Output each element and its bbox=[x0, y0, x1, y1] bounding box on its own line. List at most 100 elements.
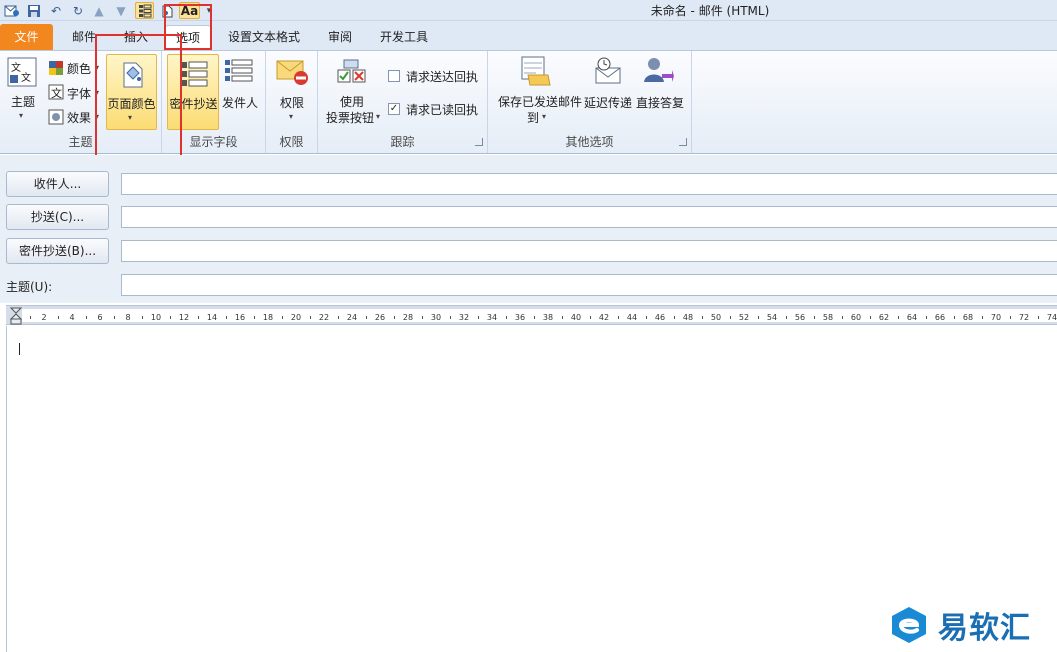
ruler-tick-label: 32 bbox=[458, 313, 470, 322]
brand-logo-icon bbox=[892, 607, 926, 643]
ruler-tick-label: 66 bbox=[934, 313, 946, 322]
subject-field[interactable] bbox=[121, 274, 1057, 296]
redo-icon[interactable]: ↻ bbox=[70, 2, 86, 19]
tab-file[interactable]: 文件 bbox=[0, 24, 53, 50]
annotation-highlight-page-color bbox=[95, 34, 182, 158]
tab-format-text[interactable]: 设置文本格式 bbox=[220, 25, 308, 50]
ruler-tick-label: 2 bbox=[41, 313, 47, 322]
ruler-minor-tick bbox=[198, 316, 199, 319]
ruler-minor-tick bbox=[114, 316, 115, 319]
dialog-launcher-icon[interactable] bbox=[475, 138, 483, 146]
up-arrow-icon[interactable]: ▲ bbox=[92, 2, 106, 19]
chevron-down-icon: ▾ bbox=[542, 112, 547, 121]
envelope-restricted-icon bbox=[275, 57, 309, 90]
effects-label: 效果 bbox=[67, 111, 92, 125]
ruler-tick-label: 42 bbox=[598, 313, 610, 322]
ruler-tick-label: 38 bbox=[542, 313, 554, 322]
ruler-minor-tick bbox=[450, 316, 451, 319]
group-more-options: 保存已发送邮件 到 ▾ 延迟传递 直接答复 其他选项 bbox=[488, 51, 692, 153]
group-tracking: 使用 投票按钮 ▾ 请求送达回执 ✓ 请求已读回执 跟踪 bbox=[318, 51, 488, 153]
ruler-tick-label: 26 bbox=[374, 313, 386, 322]
group-label-tracking: 跟踪 bbox=[390, 135, 415, 149]
dialog-launcher-icon[interactable] bbox=[679, 138, 687, 146]
ruler-minor-tick bbox=[142, 316, 143, 319]
theme-icon: 文文 bbox=[7, 57, 37, 90]
ruler-minor-tick bbox=[282, 316, 283, 319]
indent-marker-icon[interactable] bbox=[9, 307, 23, 328]
ruler-tick-label: 52 bbox=[738, 313, 750, 322]
tab-review[interactable]: 审阅 bbox=[318, 25, 362, 50]
ruler-minor-tick bbox=[562, 316, 563, 319]
ruler-tick-label: 46 bbox=[654, 313, 666, 322]
ruler-minor-tick bbox=[786, 316, 787, 319]
ruler-minor-tick bbox=[674, 316, 675, 319]
to-button[interactable]: 收件人... bbox=[6, 171, 109, 197]
ruler-minor-tick bbox=[702, 316, 703, 319]
ruler-minor-tick bbox=[618, 316, 619, 319]
bcc-fields-icon bbox=[180, 60, 208, 91]
voting-label-line2: 投票按钮 bbox=[325, 111, 374, 125]
save-sent-label-line1: 保存已发送邮件 bbox=[497, 95, 582, 109]
ruler-minor-tick bbox=[30, 316, 31, 319]
ruler-minor-tick bbox=[842, 316, 843, 319]
ruler-tick-label: 4 bbox=[69, 313, 75, 322]
watermark-text: 易软汇 bbox=[938, 611, 1031, 646]
group-permission: 权限 ▾ 权限 bbox=[266, 51, 318, 153]
delay-delivery-icon bbox=[592, 56, 624, 89]
svg-text:文: 文 bbox=[11, 61, 21, 74]
ruler-tick-label: 54 bbox=[766, 313, 778, 322]
tab-developer[interactable]: 开发工具 bbox=[370, 25, 438, 50]
chevron-down-icon: ▾ bbox=[376, 112, 381, 121]
checkbox-checked-icon: ✓ bbox=[388, 103, 400, 115]
ruler-tick-label: 18 bbox=[262, 313, 274, 322]
ruler-tick-label: 36 bbox=[514, 313, 526, 322]
request-delivery-label: 请求送达回执 bbox=[406, 70, 479, 84]
ruler-tick-label: 74 bbox=[1046, 313, 1057, 322]
ruler-minor-tick bbox=[1038, 316, 1039, 319]
to-field[interactable] bbox=[121, 173, 1057, 195]
from-fields-icon bbox=[224, 58, 254, 87]
down-arrow-icon[interactable]: ▼ bbox=[114, 2, 128, 19]
ruler-minor-tick bbox=[254, 316, 255, 319]
ruler-tick-label: 34 bbox=[486, 313, 498, 322]
bcc-field[interactable] bbox=[121, 240, 1057, 262]
ruler-tick-label: 48 bbox=[682, 313, 694, 322]
address-area: 收件人... 抄送(C)... 密件抄送(B)... 主题(U): bbox=[0, 155, 1057, 303]
cc-field[interactable] bbox=[121, 206, 1057, 228]
ruler-minor-tick bbox=[58, 316, 59, 319]
ruler-tick-label: 68 bbox=[962, 313, 974, 322]
colors-label: 颜色 bbox=[67, 62, 92, 76]
ruler-tick-label: 56 bbox=[794, 313, 806, 322]
subject-label: 主题(U): bbox=[6, 280, 53, 294]
watermark: 易软汇 bbox=[888, 603, 1031, 647]
permission-label: 权限 bbox=[279, 96, 304, 110]
ruler-minor-tick bbox=[898, 316, 899, 319]
ruler-tick-label: 50 bbox=[710, 313, 722, 322]
ruler-tick-label: 72 bbox=[1018, 313, 1030, 322]
from-field-label: 发件人 bbox=[221, 96, 258, 110]
ruler-minor-tick bbox=[758, 316, 759, 319]
bcc-button[interactable]: 密件抄送(B)... bbox=[6, 238, 109, 264]
outlook-icon[interactable] bbox=[3, 2, 21, 19]
undo-icon[interactable]: ↶ bbox=[48, 2, 64, 19]
ruler-minor-tick bbox=[982, 316, 983, 319]
ruler-minor-tick bbox=[478, 316, 479, 319]
display-fields-icon[interactable] bbox=[135, 2, 154, 19]
ruler-minor-tick bbox=[394, 316, 395, 319]
ruler-scale: 2 4 6 8 10 12 14 16 18 20 22 24 26 28 30 32 34 36 38 40 42 44… bbox=[22, 309, 1057, 322]
voting-label-line1: 使用 bbox=[339, 95, 364, 109]
ruler-tick-label: 14 bbox=[206, 313, 218, 322]
request-read-label: 请求已读回执 bbox=[406, 103, 479, 117]
save-icon[interactable] bbox=[26, 2, 42, 19]
ruler-minor-tick bbox=[814, 316, 815, 319]
ruler-tick-label: 24 bbox=[346, 313, 358, 322]
ruler-tick-label: 70 bbox=[990, 313, 1002, 322]
ruler-tick-label: 12 bbox=[178, 313, 190, 322]
checkbox-unchecked-icon bbox=[388, 70, 400, 82]
save-sent-label-line2: 到 bbox=[526, 111, 539, 125]
ruler-minor-tick bbox=[506, 316, 507, 319]
cc-button[interactable]: 抄送(C)... bbox=[6, 204, 109, 230]
ruler-tick-label: 16 bbox=[234, 313, 246, 322]
ruler[interactable]: 2 4 6 8 10 12 14 16 18 20 22 24 26 28 30 32 34 36 38 40 42 44… bbox=[6, 305, 1057, 325]
ruler-tick-label: 58 bbox=[822, 313, 834, 322]
